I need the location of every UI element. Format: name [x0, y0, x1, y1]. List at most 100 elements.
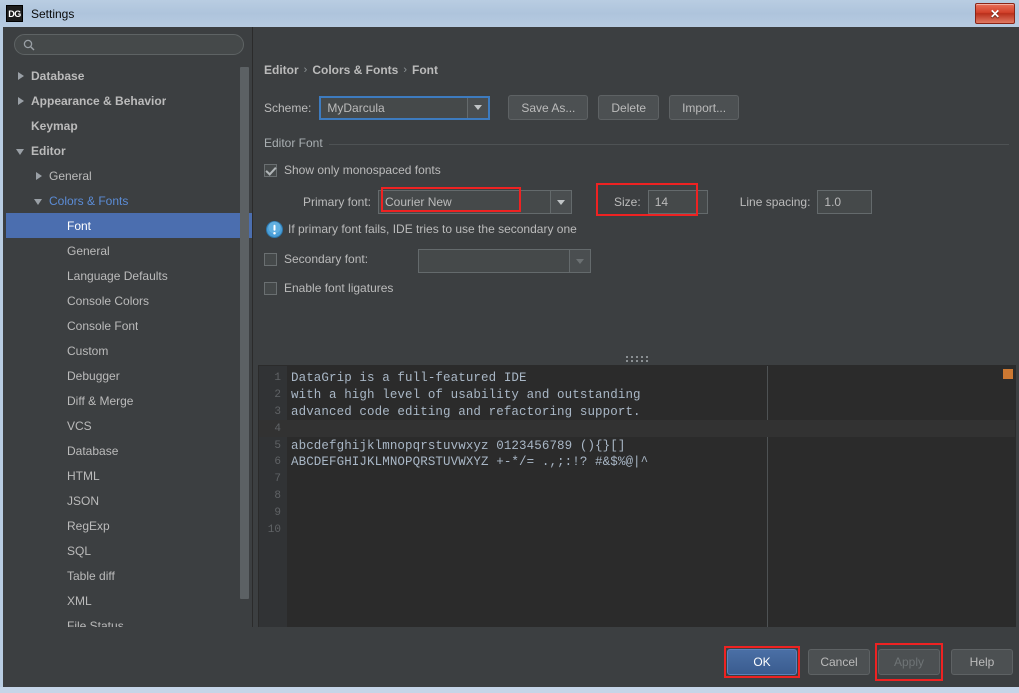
sidebar-item-database[interactable]: Database [6, 438, 252, 463]
tree-spacer [52, 246, 62, 256]
show-monospaced-checkbox-row[interactable]: Show only monospaced fonts [264, 163, 441, 177]
primary-font-dropdown[interactable]: Courier New [378, 190, 572, 214]
scheme-value: MyDarcula [321, 101, 467, 115]
sidebar-item-sql[interactable]: SQL [6, 538, 252, 563]
font-ligatures-checkbox-row[interactable]: Enable font ligatures [264, 281, 393, 295]
search-field[interactable] [14, 34, 244, 55]
preview-line: 3advanced code editing and refactoring s… [259, 404, 1016, 421]
ok-button[interactable]: OK [727, 649, 797, 675]
sidebar-item-custom[interactable]: Custom [6, 338, 252, 363]
settings-tree[interactable]: DatabaseAppearance & BehaviorKeymapEdito… [6, 63, 252, 629]
apply-button[interactable]: Apply [878, 649, 940, 675]
line-number: 4 [259, 423, 287, 435]
error-stripe-marker[interactable] [1003, 369, 1013, 379]
delete-button[interactable]: Delete [598, 95, 659, 120]
sidebar-item-label: Console Font [67, 319, 138, 333]
breadcrumb-item-editor[interactable]: Editor [264, 63, 299, 77]
sidebar-item-database[interactable]: Database [6, 63, 252, 88]
help-button[interactable]: Help [951, 649, 1013, 675]
search-input[interactable] [40, 37, 243, 53]
tree-spacer [52, 371, 62, 381]
tree-spacer [52, 446, 62, 456]
sidebar-item-language-defaults[interactable]: Language Defaults [6, 263, 252, 288]
chevron-down-icon[interactable] [34, 196, 44, 206]
chevron-down-icon[interactable] [550, 191, 571, 213]
cancel-button[interactable]: Cancel [808, 649, 870, 675]
sidebar-item-debugger[interactable]: Debugger [6, 363, 252, 388]
sidebar-item-label: Database [67, 444, 118, 458]
sidebar-item-label: Language Defaults [67, 269, 168, 283]
checkbox-icon[interactable] [264, 164, 277, 177]
breadcrumb-item-colors-fonts[interactable]: Colors & Fonts [312, 63, 398, 77]
secondary-font-checkbox-row[interactable]: Secondary font: [264, 252, 368, 266]
dialog-button-bar: OK Cancel Apply Help [6, 627, 1019, 687]
preview-line: 4 [259, 420, 1016, 437]
editor-font-group-label: Editor Font [264, 136, 329, 150]
checkbox-icon[interactable] [264, 282, 277, 295]
sidebar-item-label: Font [67, 219, 91, 233]
preview-line: 1DataGrip is a full-featured IDE [259, 370, 1016, 387]
sidebar-item-xml[interactable]: XML [6, 588, 252, 613]
primary-font-row: Primary font: Courier New Size: 14 Line … [303, 190, 872, 214]
sidebar-item-general[interactable]: General [6, 238, 252, 263]
sidebar-item-label: Keymap [31, 119, 78, 133]
sidebar-item-label: Custom [67, 344, 108, 358]
tree-spacer [52, 421, 62, 431]
primary-font-label: Primary font: [303, 195, 371, 209]
secondary-font-dropdown[interactable] [418, 249, 591, 273]
sidebar-item-html[interactable]: HTML [6, 463, 252, 488]
tree-spacer [52, 496, 62, 506]
sidebar-item-label: JSON [67, 494, 99, 508]
title-bar: DG Settings ✕ [0, 0, 1019, 27]
sidebar-item-vcs[interactable]: VCS [6, 413, 252, 438]
settings-tree-panel: DatabaseAppearance & BehaviorKeymapEdito… [6, 27, 252, 630]
tree-scrollbar[interactable] [240, 65, 249, 623]
close-button[interactable]: ✕ [975, 3, 1015, 24]
sidebar-item-diff-merge[interactable]: Diff & Merge [6, 388, 252, 413]
sidebar-item-label: Editor [31, 144, 66, 158]
sidebar-item-console-colors[interactable]: Console Colors [6, 288, 252, 313]
sidebar-item-regexp[interactable]: RegExp [6, 513, 252, 538]
chevron-right-icon[interactable] [16, 96, 26, 106]
preview-splitter[interactable] [258, 354, 1016, 363]
sidebar-item-table-diff[interactable]: Table diff [6, 563, 252, 588]
chevron-down-icon[interactable] [467, 98, 488, 118]
tree-scrollbar-thumb[interactable] [240, 67, 249, 599]
breadcrumb-separator-icon: › [304, 64, 308, 76]
preview-line: 5abcdefghijklmnopqrstuvwxyz 0123456789 (… [259, 437, 1016, 454]
import-button[interactable]: Import... [669, 95, 739, 120]
tree-spacer [52, 221, 62, 231]
sidebar-item-editor[interactable]: Editor [6, 138, 252, 163]
line-number: 6 [259, 456, 287, 468]
window-title: Settings [31, 7, 74, 21]
sidebar-item-appearance-behavior[interactable]: Appearance & Behavior [6, 88, 252, 113]
sidebar-item-label: General [49, 169, 92, 183]
sidebar-item-label: RegExp [67, 519, 110, 533]
sidebar-item-keymap[interactable]: Keymap [6, 113, 252, 138]
preview-line: 10 [259, 521, 1016, 538]
sidebar-item-colors-fonts[interactable]: Colors & Fonts [6, 188, 252, 213]
search-icon [23, 39, 35, 51]
tree-spacer [52, 296, 62, 306]
size-input[interactable]: 14 [648, 190, 708, 214]
sidebar-item-console-font[interactable]: Console Font [6, 313, 252, 338]
breadcrumb-item-font: Font [412, 63, 438, 77]
preview-line: 6ABCDEFGHIJKLMNOPQRSTUVWXYZ +-*/= .,;:!?… [259, 454, 1016, 471]
save-as-button[interactable]: Save As... [508, 95, 588, 120]
font-preview-editor[interactable]: 1DataGrip is a full-featured IDE2with a … [258, 365, 1016, 642]
checkbox-icon[interactable] [264, 253, 277, 266]
sidebar-item-json[interactable]: JSON [6, 488, 252, 513]
scheme-dropdown[interactable]: MyDarcula [319, 96, 490, 120]
chevron-down-icon[interactable] [569, 250, 590, 272]
line-number: 3 [259, 406, 287, 418]
chevron-right-icon[interactable] [34, 171, 44, 181]
preview-line: 8 [259, 488, 1016, 505]
chevron-right-icon[interactable] [16, 71, 26, 81]
line-spacing-input[interactable]: 1.0 [817, 190, 872, 214]
line-number: 10 [259, 524, 287, 536]
chevron-down-icon[interactable] [16, 146, 26, 156]
sidebar-item-general[interactable]: General [6, 163, 252, 188]
line-number: 8 [259, 490, 287, 502]
tree-spacer [52, 546, 62, 556]
sidebar-item-font[interactable]: Font [6, 213, 252, 238]
